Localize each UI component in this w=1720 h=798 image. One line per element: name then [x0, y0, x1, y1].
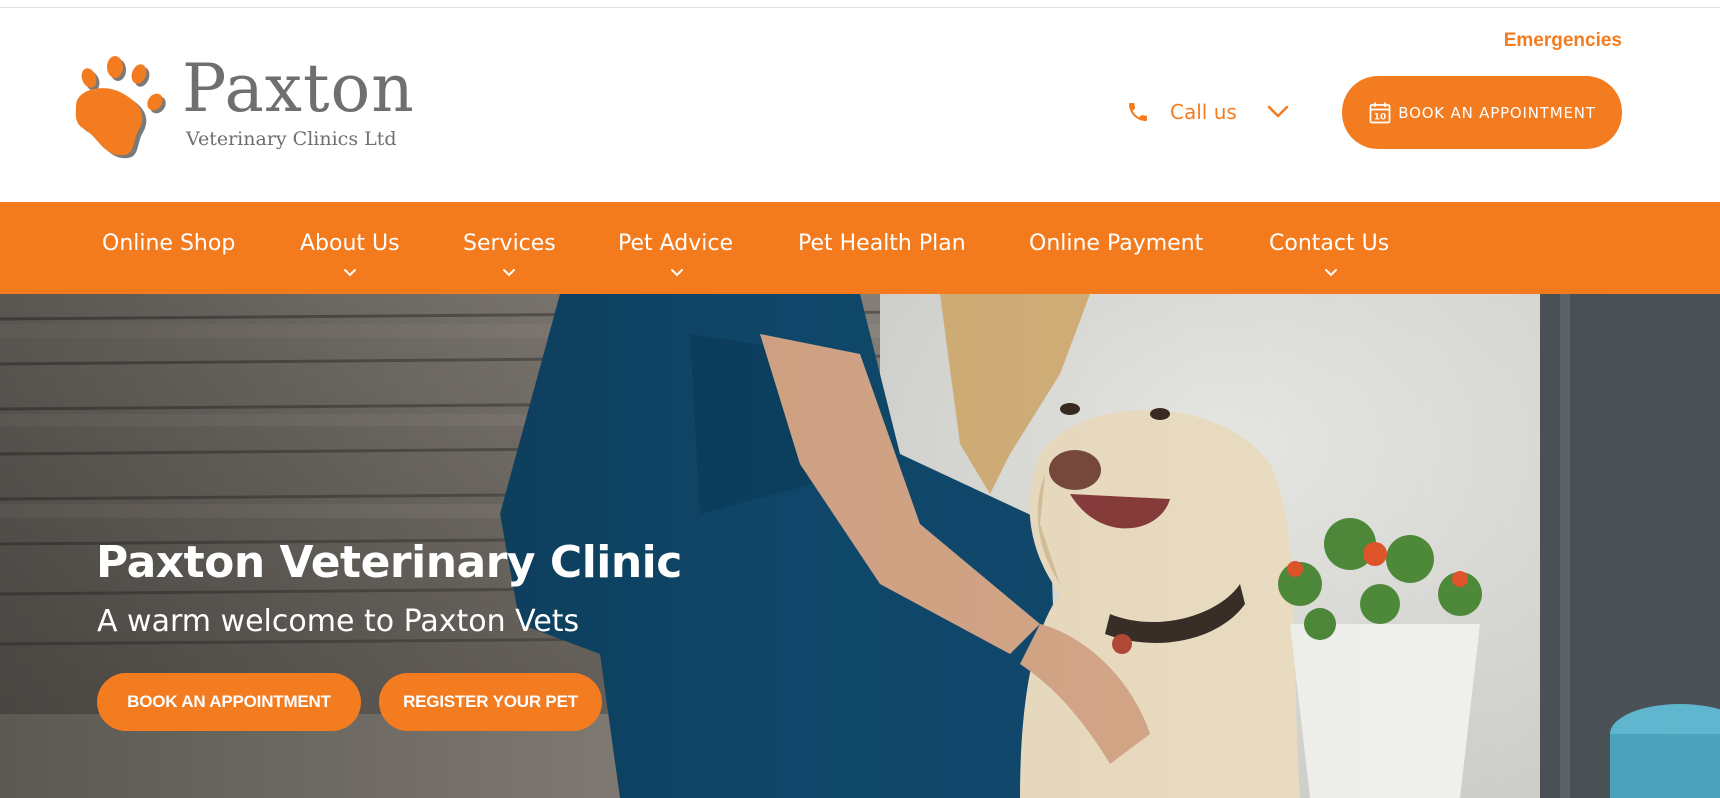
hero-title: Paxton Veterinary Clinic [96, 537, 682, 588]
nav-label: Contact Us [1269, 231, 1390, 256]
nav-label: Online Payment [1029, 231, 1204, 256]
main-nav: Online Shop About Us Services Pet Advice… [0, 202, 1720, 294]
hero-book-appointment-label: BOOK AN APPOINTMENT [127, 692, 331, 711]
emergencies-link[interactable]: Emergencies [1504, 30, 1622, 52]
book-appointment-button[interactable]: 10 BOOK AN APPOINTMENT [1342, 76, 1622, 149]
book-appointment-label: BOOK AN APPOINTMENT [1398, 103, 1596, 122]
chevron-down-icon [503, 269, 515, 277]
hero-banner: Paxton Veterinary Clinic A warm welcome … [0, 294, 1720, 798]
site-logo[interactable]: Paxton Veterinary Clinics Ltd [70, 54, 414, 164]
chevron-down-icon [344, 269, 356, 277]
call-us-label: Call us [1170, 100, 1237, 124]
phone-icon [1129, 103, 1147, 121]
paw-logo-icon [75, 56, 166, 159]
chevron-down-icon [1325, 269, 1337, 277]
chevron-down-icon [671, 269, 683, 277]
hero-subtitle: A warm welcome to Paxton Vets [97, 604, 580, 639]
nav-label: Pet Advice [618, 231, 734, 256]
nav-label: Online Shop [102, 231, 236, 256]
logo-tagline: Veterinary Clinics Ltd [186, 128, 397, 150]
hero-book-appointment-button[interactable]: BOOK AN APPOINTMENT [97, 673, 361, 731]
register-pet-label: REGISTER YOUR PET [403, 692, 578, 711]
nav-label: Pet Health Plan [798, 231, 966, 256]
call-us-dropdown[interactable]: Call us [1126, 92, 1289, 132]
nav-label: Services [463, 231, 556, 256]
chevron-down-icon [1267, 105, 1289, 118]
register-pet-button[interactable]: REGISTER YOUR PET [379, 673, 602, 731]
calendar-day: 10 [1374, 112, 1387, 122]
calendar-icon: 10 [1369, 102, 1391, 123]
logo-wordmark: Paxton [182, 50, 415, 127]
site-header: Paxton Veterinary Clinics Ltd Emergencie… [0, 8, 1720, 202]
nav-label: About Us [300, 231, 400, 256]
